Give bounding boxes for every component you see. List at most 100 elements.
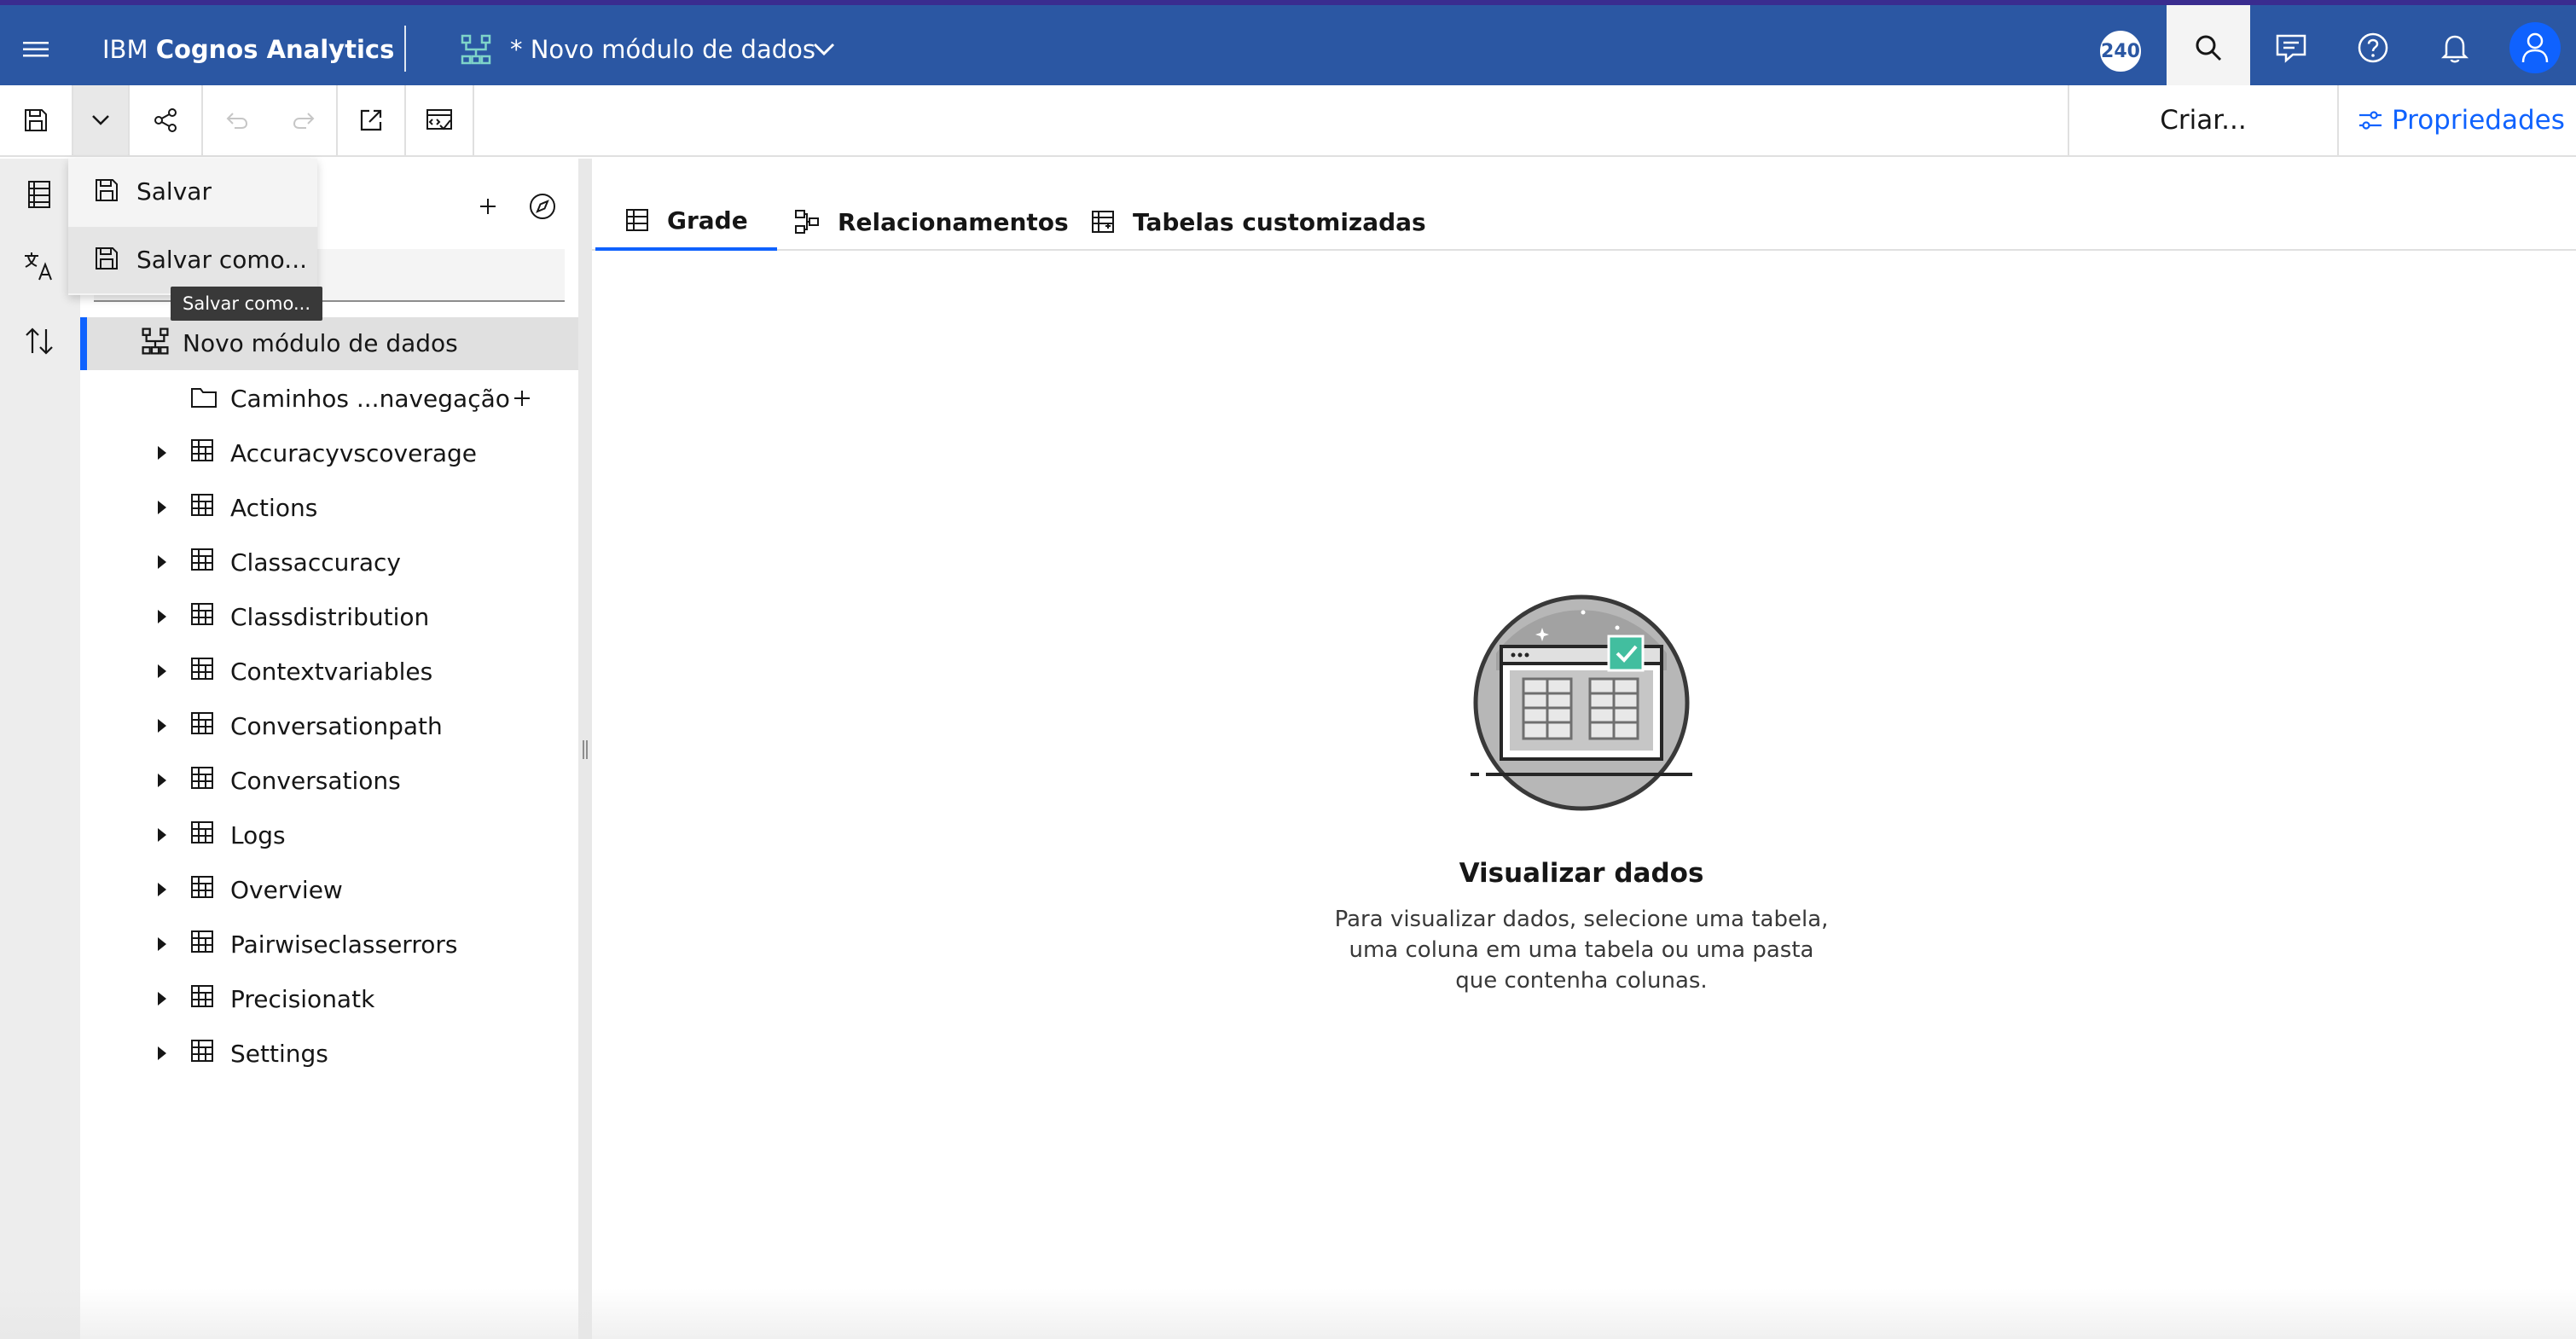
- tree-item-table[interactable]: Settings: [80, 1027, 578, 1080]
- tree-item-table[interactable]: Conversationpath: [80, 699, 578, 752]
- save-button[interactable]: [0, 85, 73, 155]
- tree-item-label: Accuracyvscoverage: [230, 439, 477, 467]
- tab-label: Tabelas customizadas: [1133, 207, 1426, 236]
- save-as-tooltip: Salvar como...: [171, 287, 322, 321]
- table-icon: [189, 1038, 220, 1069]
- tree-item-table[interactable]: Accuracyvscoverage: [80, 426, 578, 479]
- tree-root-label: Novo módulo de dados: [183, 329, 458, 357]
- caret-right-icon[interactable]: [150, 441, 174, 465]
- tree-item-label: Overview: [230, 876, 343, 904]
- brand-name: Cognos Analytics: [155, 35, 395, 64]
- save-icon: [94, 177, 123, 206]
- caret-right-icon[interactable]: [150, 550, 174, 574]
- main-content: Grade Relacionamentos Tabelas customizad…: [592, 159, 2576, 1339]
- sort-icon[interactable]: [19, 321, 60, 362]
- tree-root-module[interactable]: Novo módulo de dados: [80, 317, 578, 370]
- tab-relationships[interactable]: Relacionamentos: [793, 193, 1069, 251]
- product-brand[interactable]: IBM Cognos Analytics: [102, 31, 394, 68]
- data-sources-icon[interactable]: [19, 174, 60, 215]
- table-icon: [189, 601, 220, 632]
- create-button[interactable]: Criar...: [2068, 85, 2339, 155]
- module-toolbar: Criar... Propriedades: [0, 85, 2576, 157]
- validate-icon[interactable]: [406, 85, 474, 155]
- module-title[interactable]: * Novo módulo de dados: [510, 31, 815, 68]
- compass-icon[interactable]: [524, 188, 561, 225]
- tree-item-label: Conversations: [230, 767, 401, 795]
- tab-grid[interactable]: Grade: [595, 193, 777, 251]
- add-navigation-path-icon[interactable]: [507, 383, 537, 414]
- tree-item-label: Actions: [230, 494, 318, 522]
- translate-icon[interactable]: [19, 246, 60, 287]
- caret-right-icon[interactable]: [150, 768, 174, 792]
- search-icon[interactable]: [2167, 5, 2250, 90]
- tree-item-label: Pairwiseclasserrors: [230, 930, 458, 959]
- data-preview-illustration: [1471, 594, 1692, 817]
- data-module-icon: [140, 326, 174, 360]
- data-module-tree-panel: Novo módulo de dados Caminhos ...navegaç…: [80, 159, 578, 1339]
- table-icon: [189, 547, 220, 577]
- tree-item-table[interactable]: Overview: [80, 863, 578, 916]
- table-icon: [189, 929, 220, 959]
- caret-right-icon[interactable]: [150, 932, 174, 956]
- grid-icon: [624, 207, 650, 233]
- tree-item-table[interactable]: Actions: [80, 481, 578, 534]
- menu-item-save-as[interactable]: Salvar como...: [68, 227, 317, 293]
- chat-icon[interactable]: [2271, 27, 2312, 68]
- table-icon: [189, 656, 220, 687]
- empty-state-title: Visualizar dados: [1459, 858, 1704, 889]
- launch-icon[interactable]: [338, 85, 406, 155]
- menu-item-save[interactable]: Salvar: [68, 159, 317, 225]
- tree-item-table[interactable]: Contextvariables: [80, 645, 578, 698]
- view-tabs: Grade Relacionamentos Tabelas customizad…: [592, 193, 2576, 251]
- tree-item-label: Caminhos ...navegação: [230, 385, 510, 413]
- tree-item-table[interactable]: Pairwiseclasserrors: [80, 918, 578, 971]
- custom-table-icon: [1090, 209, 1116, 235]
- caret-right-icon[interactable]: [150, 823, 174, 847]
- folder-icon: [189, 383, 220, 414]
- tree-item-table[interactable]: Precisionatk: [80, 972, 578, 1025]
- tab-label: Grade: [667, 206, 748, 235]
- tree-item-label: Precisionatk: [230, 985, 375, 1013]
- caret-right-icon[interactable]: [150, 1041, 174, 1065]
- tree-item-table[interactable]: Classdistribution: [80, 590, 578, 643]
- tree-item-table[interactable]: Conversations: [80, 754, 578, 807]
- redo-icon[interactable]: [271, 85, 338, 155]
- table-icon: [189, 983, 220, 1014]
- share-icon[interactable]: [130, 85, 203, 155]
- save-options-menu: Salvar Salvar como...: [68, 159, 317, 295]
- caret-right-icon[interactable]: [150, 878, 174, 901]
- resize-grip-icon: [583, 740, 588, 759]
- caret-right-icon[interactable]: [150, 605, 174, 629]
- caret-right-icon[interactable]: [150, 659, 174, 683]
- tab-custom-tables[interactable]: Tabelas customizadas: [1090, 193, 1426, 251]
- tab-label: Relacionamentos: [838, 207, 1069, 236]
- panel-resize-handle[interactable]: [578, 159, 592, 1339]
- data-module-icon: [457, 31, 495, 68]
- relationships-icon: [793, 208, 821, 235]
- menu-item-label: Salvar como...: [136, 246, 307, 274]
- empty-state-description: Para visualizar dados, selecione uma tab…: [1334, 907, 1829, 994]
- tree-item-table[interactable]: Classaccuracy: [80, 536, 578, 588]
- caret-right-icon[interactable]: [150, 714, 174, 738]
- bell-icon[interactable]: [2434, 27, 2475, 68]
- tree-item-label: Settings: [230, 1040, 328, 1068]
- left-rail: [0, 159, 80, 1339]
- tree-item-navigation-paths[interactable]: Caminhos ...navegação: [80, 372, 578, 425]
- hamburger-menu-icon[interactable]: [15, 29, 56, 70]
- caret-right-icon[interactable]: [150, 987, 174, 1011]
- properties-label: Propriedades: [2392, 105, 2565, 136]
- save-options-dropdown[interactable]: [73, 85, 130, 155]
- add-source-icon[interactable]: [469, 188, 507, 225]
- user-avatar-icon[interactable]: [2509, 22, 2561, 73]
- notification-count-badge[interactable]: 240: [2100, 31, 2141, 72]
- caret-right-icon[interactable]: [150, 496, 174, 519]
- table-icon: [189, 438, 220, 468]
- chevron-down-icon[interactable]: [805, 31, 843, 68]
- top-navigation-bar: IBM Cognos Analytics * Novo módulo de da…: [0, 0, 2576, 90]
- tree-item-table[interactable]: Logs: [80, 809, 578, 861]
- help-icon[interactable]: [2353, 27, 2393, 68]
- tree-item-label: Classaccuracy: [230, 548, 401, 577]
- undo-icon[interactable]: [203, 85, 271, 155]
- properties-button[interactable]: Propriedades: [2341, 85, 2576, 155]
- header-divider: [404, 26, 406, 72]
